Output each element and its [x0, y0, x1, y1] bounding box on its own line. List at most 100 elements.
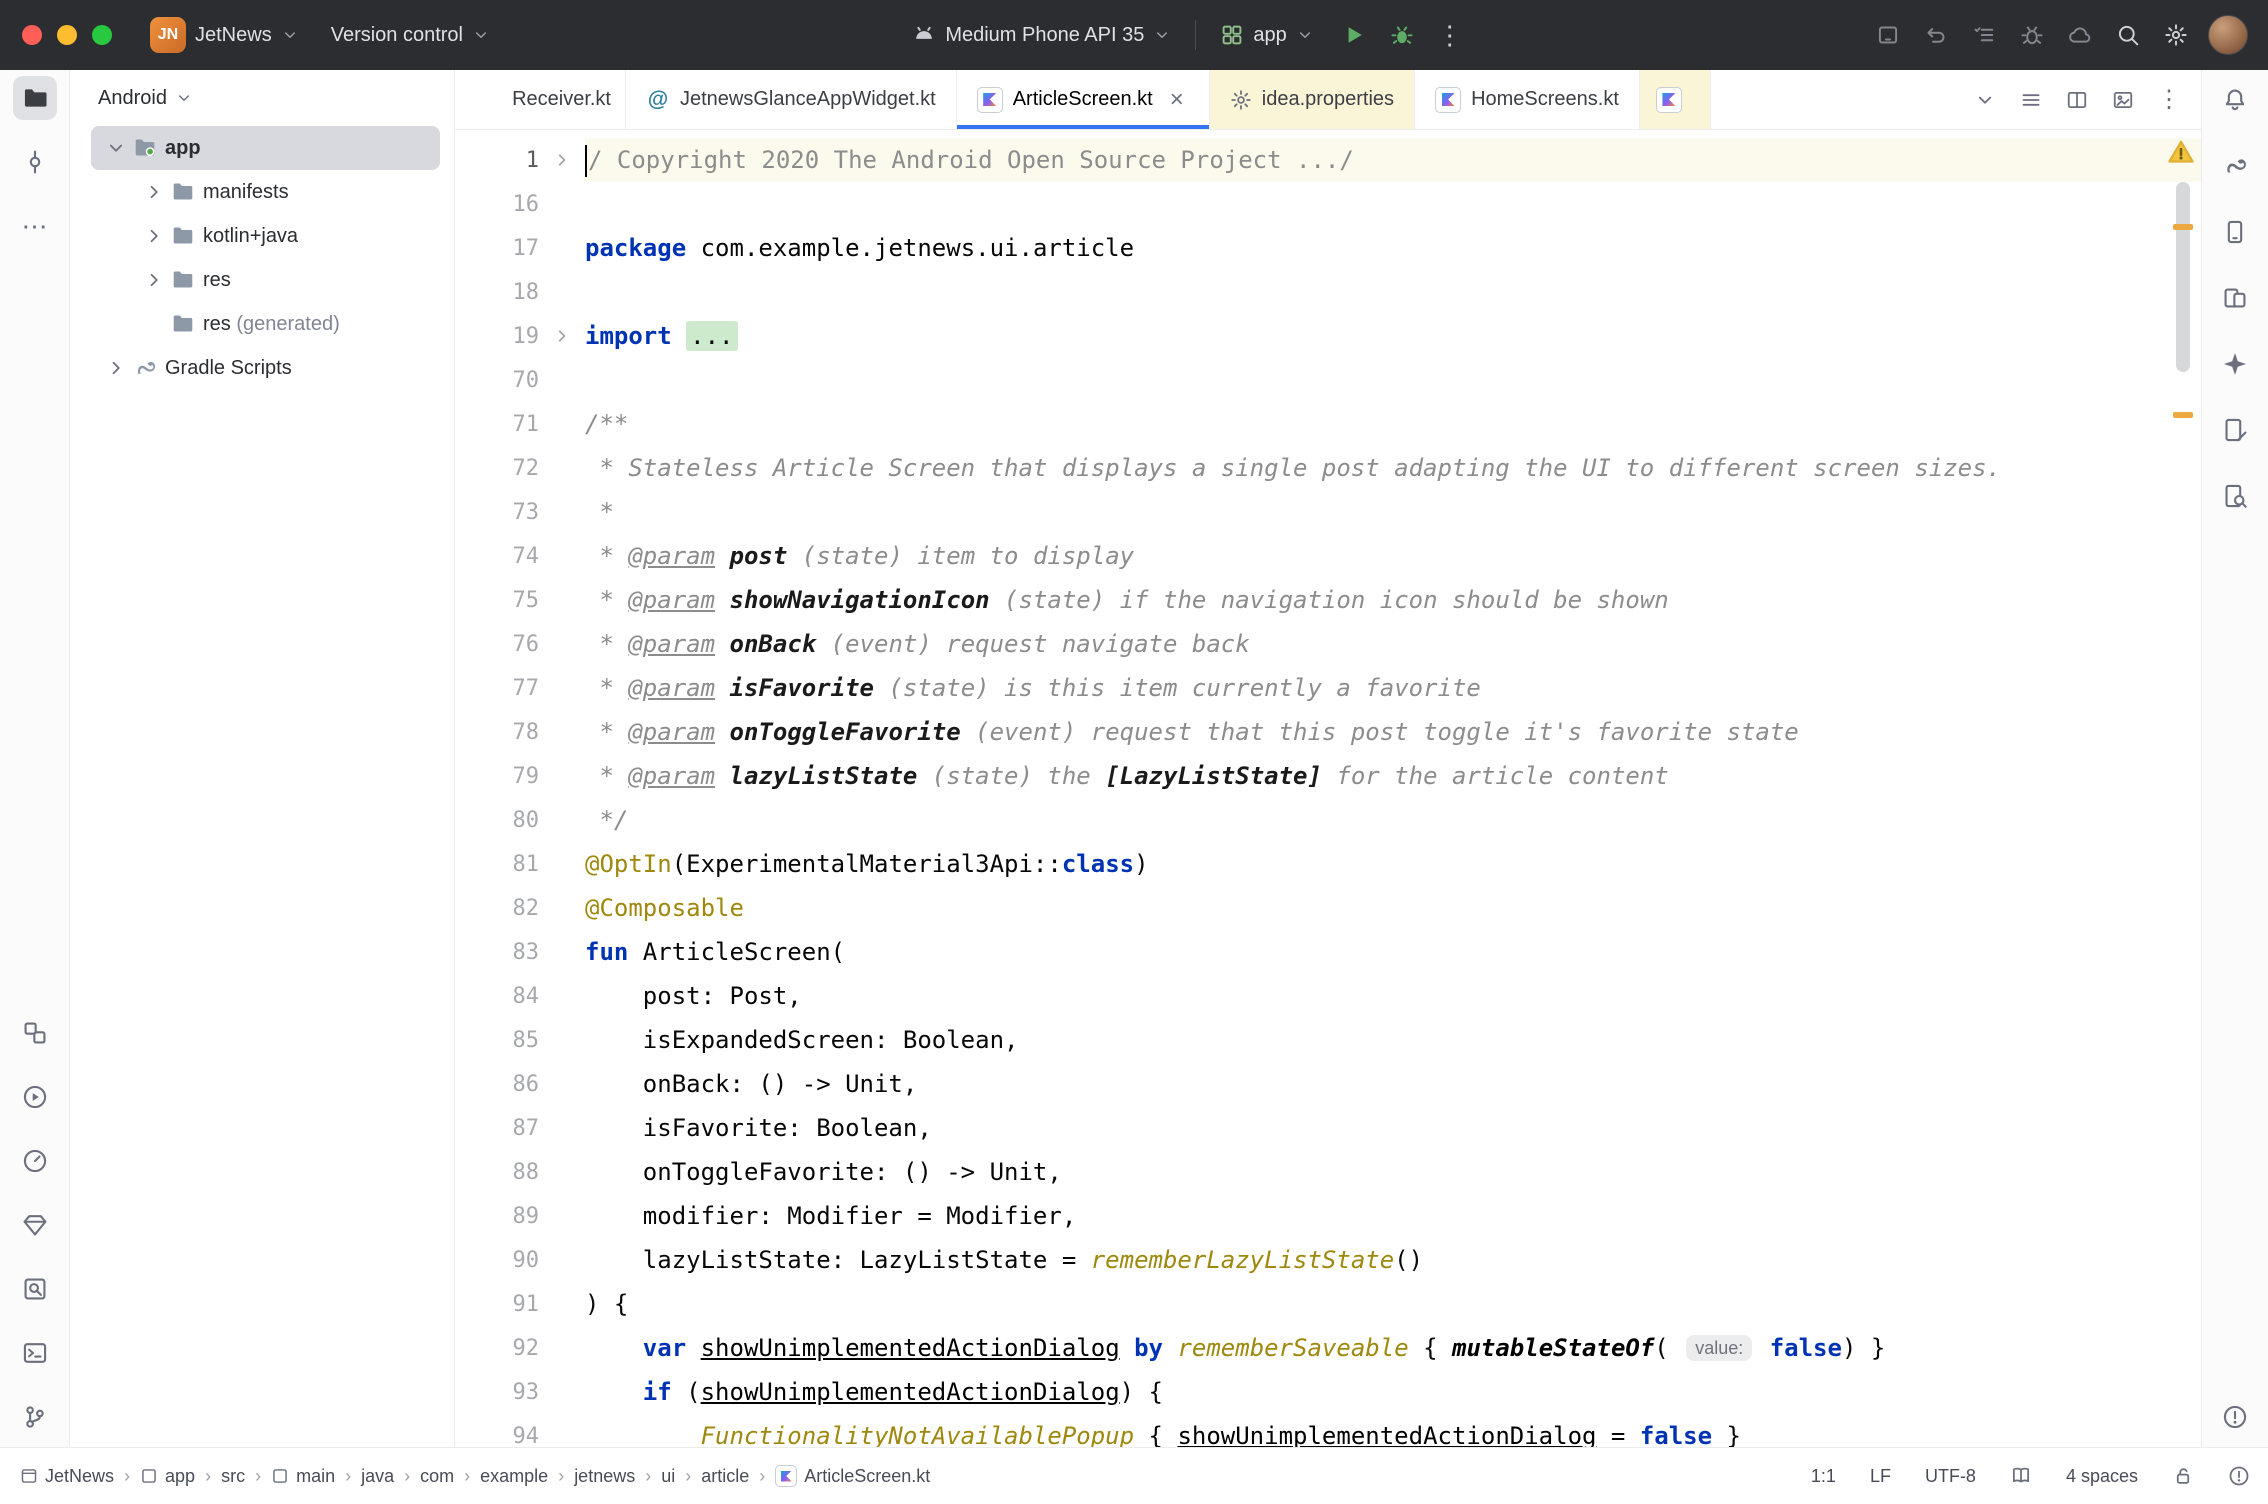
code-line-80[interactable]: 80 */ — [455, 798, 2201, 842]
editor-gutter[interactable]: 86 — [455, 1062, 585, 1106]
code-line-73[interactable]: 73 * — [455, 490, 2201, 534]
code-text[interactable] — [585, 358, 2201, 402]
line-separator-widget[interactable]: LF — [1870, 1466, 1891, 1487]
editor-gutter[interactable]: 74 — [455, 534, 585, 578]
code-line-78[interactable]: 78 * @param onToggleFavorite (event) req… — [455, 710, 2201, 754]
code-text[interactable]: * Stateless Article Screen that displays… — [585, 446, 2201, 490]
gemini-button[interactable] — [2213, 342, 2257, 386]
maximize-window-button[interactable] — [92, 25, 112, 45]
terminal-button[interactable] — [13, 1331, 57, 1375]
line-number[interactable]: 75 — [455, 588, 539, 613]
code-line-87[interactable]: 87 isFavorite: Boolean, — [455, 1106, 2201, 1150]
run-config-selector[interactable]: app — [1204, 12, 1329, 58]
code-line-76[interactable]: 76 * @param onBack (event) request navig… — [455, 622, 2201, 666]
device-manager-icon[interactable] — [1868, 15, 1908, 55]
chevron-right-icon[interactable] — [105, 357, 127, 379]
build-variants-button[interactable] — [13, 1011, 57, 1055]
line-number[interactable]: 74 — [455, 544, 539, 569]
line-number[interactable]: 87 — [455, 1116, 539, 1141]
editor-gutter[interactable]: 83 — [455, 930, 585, 974]
breadcrumb-item-articlescreen-kt[interactable]: ArticleScreen.kt — [775, 1465, 930, 1487]
version-control-button[interactable] — [13, 1395, 57, 1439]
settings-button[interactable] — [2156, 15, 2196, 55]
device-manager-button[interactable] — [2213, 210, 2257, 254]
code-line-88[interactable]: 88 onToggleFavorite: () -> Unit, — [455, 1150, 2201, 1194]
editor-gutter[interactable]: 92 — [455, 1326, 585, 1370]
code-text[interactable]: modifier: Modifier = Modifier, — [585, 1194, 2201, 1238]
device-mirroring-button[interactable] — [2213, 276, 2257, 320]
code-area[interactable]: 1/ Copyright 2020 The Android Open Sourc… — [455, 138, 2201, 1447]
tree-item-manifests[interactable]: manifests — [91, 170, 440, 214]
code-line-84[interactable]: 84 post: Post, — [455, 974, 2201, 1018]
code-text[interactable]: fun ArticleScreen( — [585, 930, 2201, 974]
editor-gutter[interactable]: 88 — [455, 1150, 585, 1194]
tree-item-kotlin-java[interactable]: kotlin+java — [91, 214, 440, 258]
app-inspection-button[interactable] — [13, 1267, 57, 1311]
fold-region-icon[interactable] — [539, 150, 585, 170]
editor-tab-receiver-kt[interactable]: Receiver.kt — [455, 70, 626, 129]
line-number[interactable]: 70 — [455, 368, 539, 393]
editor-gutter[interactable]: 75 — [455, 578, 585, 622]
editor-gutter[interactable]: 89 — [455, 1194, 585, 1238]
fold-region-icon[interactable] — [539, 326, 585, 346]
bug-report-icon[interactable] — [2012, 15, 2052, 55]
code-line-85[interactable]: 85 isExpandedScreen: Boolean, — [455, 1018, 2201, 1062]
editor-gutter[interactable]: 91 — [455, 1282, 585, 1326]
editor-gutter[interactable]: 81 — [455, 842, 585, 886]
code-text[interactable]: import ... — [585, 314, 2201, 358]
line-number[interactable]: 86 — [455, 1072, 539, 1097]
code-text[interactable] — [585, 182, 2201, 226]
editor-gutter[interactable]: 73 — [455, 490, 585, 534]
run-button[interactable] — [1334, 15, 1374, 55]
code-line-75[interactable]: 75 * @param showNavigationIcon (state) i… — [455, 578, 2201, 622]
code-line-79[interactable]: 79 * @param lazyListState (state) the [L… — [455, 754, 2201, 798]
code-text[interactable]: / Copyright 2020 The Android Open Source… — [585, 138, 2201, 182]
line-number[interactable]: 76 — [455, 632, 539, 657]
gradle-tool-button[interactable] — [2213, 144, 2257, 188]
editor-more-button[interactable]: ⋮ — [2153, 84, 2185, 116]
editor-list-button[interactable] — [2015, 84, 2047, 116]
caret-position-widget[interactable]: 1:1 — [1811, 1466, 1836, 1487]
code-text[interactable]: post: Post, — [585, 974, 2201, 1018]
editor-tab-idea-properties[interactable]: idea.properties — [1210, 70, 1415, 129]
code-line-82[interactable]: 82@Composable — [455, 886, 2201, 930]
code-line-1[interactable]: 1/ Copyright 2020 The Android Open Sourc… — [455, 138, 2201, 182]
line-number[interactable]: 81 — [455, 852, 539, 877]
code-line-18[interactable]: 18 — [455, 270, 2201, 314]
code-line-86[interactable]: 86 onBack: () -> Unit, — [455, 1062, 2201, 1106]
project-tool-button[interactable] — [13, 76, 57, 120]
warning-stripe-mark[interactable] — [2173, 224, 2193, 230]
breadcrumb-item-article[interactable]: article — [701, 1466, 749, 1487]
line-number[interactable]: 93 — [455, 1380, 539, 1405]
line-number[interactable]: 85 — [455, 1028, 539, 1053]
line-number[interactable]: 88 — [455, 1160, 539, 1185]
code-line-81[interactable]: 81 @OptIn(ExperimentalMaterial3Api::class… — [455, 842, 2201, 886]
code-line-71[interactable]: 71/** — [455, 402, 2201, 446]
breadcrumb-item-src[interactable]: src — [221, 1466, 245, 1487]
code-line-93[interactable]: 93 if (showUnimplementedActionDialog) { — [455, 1370, 2201, 1414]
app-quality-insights-button[interactable] — [13, 1203, 57, 1247]
chevron-right-icon[interactable] — [143, 181, 165, 203]
line-number[interactable]: 84 — [455, 984, 539, 1009]
scrollbar-thumb[interactable] — [2176, 182, 2190, 372]
editor-gutter[interactable]: 87 — [455, 1106, 585, 1150]
device-selector[interactable]: Medium Phone API 35 — [896, 12, 1187, 58]
close-tab-icon[interactable]: × — [1165, 88, 1189, 112]
line-number[interactable]: 19 — [455, 324, 539, 349]
code-line-92[interactable]: 92 var showUnimplementedActionDialog by … — [455, 1326, 2201, 1370]
code-text[interactable]: FunctionalityNotAvailablePopup { showUni… — [585, 1414, 2201, 1447]
line-number[interactable]: 17 — [455, 236, 539, 261]
editor-gutter[interactable]: 90 — [455, 1238, 585, 1282]
editor-gutter[interactable]: 70 — [455, 358, 585, 402]
editor-gutter[interactable]: 17 — [455, 226, 585, 270]
code-text[interactable]: @OptIn(ExperimentalMaterial3Api::class) — [585, 842, 2201, 886]
line-number[interactable]: 91 — [455, 1292, 539, 1317]
problems-button[interactable] — [2213, 1395, 2257, 1439]
line-number[interactable]: 90 — [455, 1248, 539, 1273]
code-line-70[interactable]: 70 — [455, 358, 2201, 402]
code-editor[interactable]: 1/ Copyright 2020 The Android Open Sourc… — [455, 130, 2201, 1447]
editor-gutter[interactable]: 78 — [455, 710, 585, 754]
code-line-89[interactable]: 89 modifier: Modifier = Modifier, — [455, 1194, 2201, 1238]
back-navigation-icon[interactable] — [1916, 15, 1956, 55]
commit-tool-button[interactable] — [13, 140, 57, 184]
